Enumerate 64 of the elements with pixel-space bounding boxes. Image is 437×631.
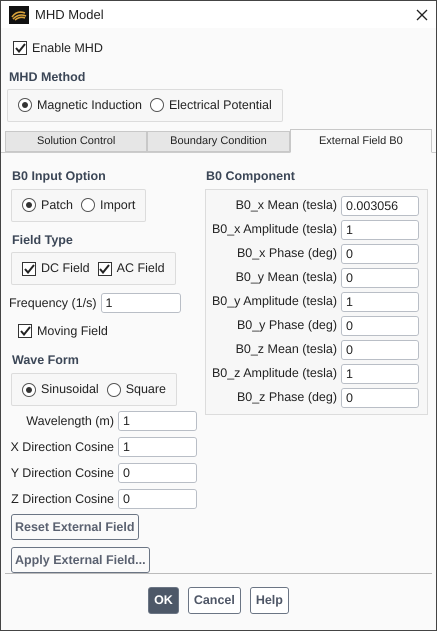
dialog-button[interactable]: OK xyxy=(148,587,179,614)
field-label: Frequency (1/s) xyxy=(9,294,97,312)
radio-button[interactable] xyxy=(150,98,164,112)
input-field[interactable]: 0 xyxy=(341,268,419,288)
radio-label[interactable]: Patch xyxy=(41,196,73,214)
radio-button[interactable] xyxy=(80,198,95,212)
checkbox[interactable] xyxy=(98,262,112,276)
section-heading: Wave Form xyxy=(11,352,80,370)
input-field[interactable]: 0 xyxy=(341,388,419,408)
field-label: B0_x Phase (deg) xyxy=(236,245,337,262)
radio-label[interactable]: Square xyxy=(126,380,166,399)
tab[interactable]: Solution Control xyxy=(5,130,148,152)
checkbox[interactable] xyxy=(13,41,27,55)
input-field[interactable]: 1 xyxy=(118,411,197,431)
dialog-button[interactable]: Help xyxy=(250,587,289,614)
field-label: B0_z Amplitude (tesla) xyxy=(212,365,337,382)
checkbox-label[interactable]: Enable MHD xyxy=(32,38,103,58)
input-field[interactable]: 1 xyxy=(341,220,419,240)
section-heading: B0 Input Option xyxy=(11,168,107,185)
action-button[interactable]: Apply External Field... xyxy=(11,547,150,573)
input-field[interactable]: 0 xyxy=(118,489,197,509)
input-field[interactable]: 1 xyxy=(100,293,181,314)
radio-label[interactable]: Sinusoidal xyxy=(41,380,99,399)
field-label: B0_x Amplitude (tesla) xyxy=(212,221,337,238)
field-label: Y Direction Cosine xyxy=(10,464,114,482)
app-icon xyxy=(9,6,29,24)
section-heading: Field Type xyxy=(11,232,74,249)
checkbox[interactable] xyxy=(22,262,36,276)
close-icon[interactable] xyxy=(416,8,428,20)
radio-button[interactable] xyxy=(22,382,36,396)
radio-label[interactable]: Magnetic Induction xyxy=(37,96,142,115)
section-heading: MHD Method xyxy=(8,69,86,86)
input-field[interactable]: 0 xyxy=(341,244,419,264)
checkbox-label[interactable]: Moving Field xyxy=(37,322,108,341)
action-button[interactable]: Reset External Field xyxy=(11,514,138,540)
radio-button[interactable] xyxy=(22,198,36,212)
field-label: Wavelength (m) xyxy=(25,412,114,430)
input-field[interactable]: 1 xyxy=(341,292,419,312)
field-label: B0_y Mean (tesla) xyxy=(236,269,337,286)
input-field[interactable]: 0 xyxy=(341,340,419,360)
checkbox-label[interactable]: AC Field xyxy=(116,259,165,278)
input-field[interactable]: 0 xyxy=(341,316,419,336)
field-label: B0_x Mean (tesla) xyxy=(236,197,337,214)
checkbox[interactable] xyxy=(18,324,32,338)
radio-button[interactable] xyxy=(106,382,121,396)
input-field[interactable]: 1 xyxy=(341,364,419,384)
section-heading: B0 Component xyxy=(205,168,296,185)
field-label: B0_z Mean (tesla) xyxy=(236,341,337,358)
radio-button[interactable] xyxy=(18,98,32,112)
field-label: B0_y Amplitude (tesla) xyxy=(212,293,337,310)
checkbox-label[interactable]: DC Field xyxy=(41,259,90,278)
field-label: B0_z Phase (deg) xyxy=(236,389,337,406)
radio-label[interactable]: Import xyxy=(100,196,136,214)
input-field[interactable]: 1 xyxy=(118,437,197,457)
input-field[interactable]: 0.003056 xyxy=(341,196,419,216)
field-label: Z Direction Cosine xyxy=(10,490,114,508)
field-label: B0_y Phase (deg) xyxy=(236,317,337,334)
dialog-button[interactable]: Cancel xyxy=(188,587,241,614)
radio-label[interactable]: Electrical Potential xyxy=(168,96,272,115)
field-label: X Direction Cosine xyxy=(9,438,114,456)
tab[interactable]: Boundary Condition xyxy=(147,130,290,152)
input-field[interactable]: 0 xyxy=(118,463,197,483)
tab[interactable]: External Field B0 xyxy=(290,128,432,153)
window-title: MHD Model xyxy=(35,6,105,24)
